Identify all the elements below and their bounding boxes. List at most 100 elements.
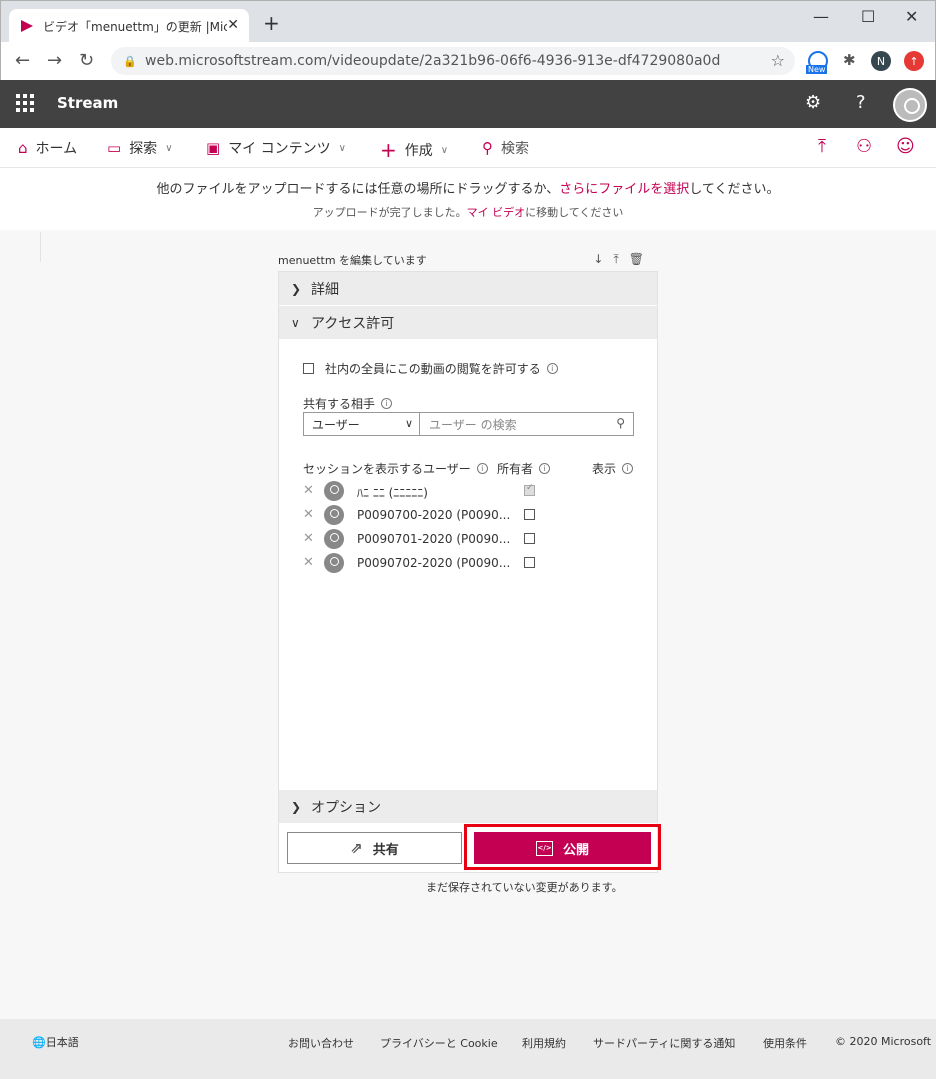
section-details[interactable]: ❯ 詳細 xyxy=(279,272,657,305)
user-avatar xyxy=(324,553,344,573)
terms-link[interactable]: 利用規約 xyxy=(522,1035,566,1051)
owner-checkbox[interactable] xyxy=(524,557,535,568)
privacy-link[interactable]: プライバシーと Cookie xyxy=(380,1035,498,1051)
download-icon[interactable]: ↓ xyxy=(593,252,613,266)
tab-title: ビデオ「menuettm」の更新 |Microsoft xyxy=(43,19,227,34)
language-selector[interactable]: 🌐日本語 xyxy=(32,1034,79,1050)
delete-icon[interactable]: 🗑 xyxy=(629,252,654,266)
upload-complete-post: に移動してください xyxy=(525,206,624,219)
remove-user-icon[interactable]: ✕ xyxy=(303,531,314,546)
nav-search[interactable]: ⚲ 検索 xyxy=(482,138,529,158)
my-videos-link[interactable]: マイ ビデオ xyxy=(467,206,526,219)
allow-company-row: 社内の全員にこの動画の閲覧を許可する i xyxy=(303,360,558,377)
user-row: ✕ P0090700-2020 (P0090... xyxy=(303,505,633,527)
contact-link[interactable]: お問い合わせ xyxy=(288,1035,354,1051)
maximize-icon[interactable]: ☐ xyxy=(861,7,875,26)
editing-title: menuettm を編集しています xyxy=(278,254,427,267)
user-search-input[interactable]: ユーザー の検索 ⚲ xyxy=(419,412,634,436)
unsaved-changes-message: まだ保存されていない変更があります。 xyxy=(426,881,623,894)
nav-home[interactable]: ⌂ ホーム xyxy=(18,138,77,158)
divider xyxy=(40,232,41,262)
help-icon[interactable]: ? xyxy=(856,92,866,113)
info-icon[interactable]: i xyxy=(546,363,558,374)
extension-badge: New xyxy=(806,65,828,74)
remove-user-icon[interactable]: ✕ xyxy=(303,507,314,522)
user-name: P0090702-2020 (P0090... xyxy=(357,556,511,570)
lock-icon: 🔒 xyxy=(123,54,137,68)
upload-instructions: 他のファイルをアップロードするには任意の場所にドラッグするか、さらにファイルを選… xyxy=(0,178,936,197)
minimize-icon[interactable]: — xyxy=(813,7,829,26)
info-icon[interactable]: i xyxy=(476,463,488,474)
select-more-files-link[interactable]: さらにファイルを選択 xyxy=(559,182,689,197)
nav-explore[interactable]: ▭ 探索 ∨ xyxy=(107,138,173,158)
user-row: ✕ P0090702-2020 (P0090... xyxy=(303,553,633,575)
info-icon[interactable]: i xyxy=(539,463,551,474)
search-icon[interactable]: ⚲ xyxy=(616,416,625,430)
col-viewers-label: セッションを表示するユーザー xyxy=(303,462,471,476)
remove-user-icon[interactable]: ✕ xyxy=(303,483,314,498)
section-access-label: アクセス許可 xyxy=(311,315,395,332)
user-name: P0090700-2020 (P0090... xyxy=(357,508,511,522)
owner-checkbox[interactable] xyxy=(524,533,535,544)
url-field[interactable]: 🔒 web.microsoftstream.com/videoupdate/2a… xyxy=(111,47,795,75)
close-tab-icon[interactable]: ✕ xyxy=(227,17,239,33)
share-button-label: 共有 xyxy=(372,842,399,858)
share-button[interactable]: ⇗ 共有 xyxy=(287,832,462,864)
new-tab-icon[interactable]: + xyxy=(263,13,280,33)
nav-my-content-label: マイ コンテンツ xyxy=(228,141,331,157)
avatar[interactable] xyxy=(893,88,927,122)
footer: 🌐日本語 お問い合わせ プライバシーと Cookie 利用規約 サードパーティに… xyxy=(0,1019,936,1079)
user-name: ﾊﾆ ﾆﾆ (ﾆﾆﾆﾆﾆ) xyxy=(357,486,428,500)
user-avatar xyxy=(324,529,344,549)
info-icon[interactable]: i xyxy=(381,398,393,409)
bookmark-star-icon[interactable]: ☆ xyxy=(771,51,785,70)
stream-logo-icon xyxy=(21,20,33,32)
explore-icon: ▭ xyxy=(107,139,122,157)
browser-tab[interactable]: ビデオ「menuettm」の更新 |Microsoft ✕ xyxy=(9,9,249,43)
share-icon: ⇗ xyxy=(350,839,363,857)
remove-user-icon[interactable]: ✕ xyxy=(303,555,314,570)
chevron-down-icon: ∨ xyxy=(440,144,449,156)
replace-upload-icon[interactable]: ⤒ xyxy=(613,252,628,266)
info-icon[interactable]: i xyxy=(622,463,634,474)
chevron-down-icon: ∨ xyxy=(291,315,300,330)
section-details-label: 詳細 xyxy=(311,281,339,298)
update-icon[interactable]: ↑ xyxy=(904,51,924,71)
feedback-smiley-icon[interactable]: ☺ xyxy=(896,136,915,157)
forward-icon[interactable]: → xyxy=(47,50,62,71)
profile-icon[interactable]: N xyxy=(871,51,891,71)
upload-icon[interactable]: ⤒ xyxy=(818,136,826,157)
publish-button[interactable]: </> 公開 xyxy=(474,832,651,864)
share-type-select[interactable]: ユーザー ∨ xyxy=(303,412,420,436)
back-icon[interactable]: ← xyxy=(15,50,30,71)
user-row: ✕ P0090701-2020 (P0090... xyxy=(303,529,633,551)
owner-checkbox xyxy=(524,483,535,496)
nav-my-content[interactable]: ▣ マイ コンテンツ ∨ xyxy=(206,138,346,158)
app-header: Stream ⚙ ? xyxy=(0,80,936,128)
conditions-link[interactable]: 使用条件 xyxy=(763,1035,807,1051)
window-close-icon[interactable]: ✕ xyxy=(905,7,918,26)
col-display-label: 表示 xyxy=(592,462,617,476)
share-with-label: 共有する相手 xyxy=(303,397,376,411)
nav-create[interactable]: + 作成 ∨ xyxy=(380,138,448,162)
chevron-right-icon: ❯ xyxy=(291,281,302,296)
reload-icon[interactable]: ↻ xyxy=(79,50,94,71)
search-icon: ⚲ xyxy=(482,139,493,157)
allow-company-checkbox[interactable] xyxy=(303,363,314,374)
owner-checkbox[interactable] xyxy=(524,509,535,520)
chevron-down-icon: ∨ xyxy=(165,142,173,154)
editor-heading: menuettm を編集しています ↓⤒🗑 xyxy=(278,252,658,270)
third-party-link[interactable]: サードパーティに関する通知 xyxy=(593,1035,735,1051)
section-options[interactable]: ❯ オプション xyxy=(279,790,657,823)
puzzle-icon[interactable]: ✱ xyxy=(843,51,856,69)
url-text: web.microsoftstream.com/videoupdate/2a32… xyxy=(145,53,721,69)
gear-icon[interactable]: ⚙ xyxy=(805,92,821,113)
section-access[interactable]: ∨ アクセス許可 xyxy=(279,306,657,339)
user-name: P0090701-2020 (P0090... xyxy=(357,532,511,546)
video-icon: ▣ xyxy=(206,139,221,157)
app-launcher-icon[interactable] xyxy=(16,94,34,112)
nav-home-label: ホーム xyxy=(35,141,78,157)
owner-column-header: 所有者 i xyxy=(497,460,551,477)
app-name[interactable]: Stream xyxy=(57,94,118,112)
add-user-icon[interactable]: ⚇ xyxy=(856,136,872,157)
